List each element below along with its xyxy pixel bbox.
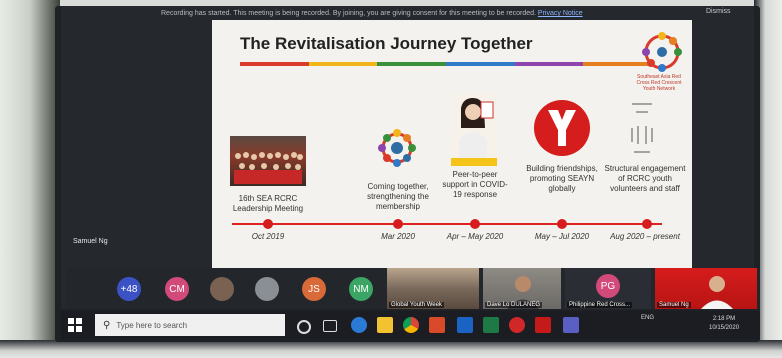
rule-segment (240, 62, 309, 66)
windows-start-icon[interactable] (67, 317, 83, 333)
video-tile-name: Dave Lo DULANEG (485, 302, 543, 308)
zoom-app-icon[interactable] (429, 317, 445, 333)
milestone-text: Coming together, strengthening the membe… (367, 182, 429, 211)
milestone-date: Mar 2020 (381, 232, 415, 241)
participant-gallery: +48 CM JS NM Global Youth Week Dave Lo D… (67, 268, 760, 309)
participant-avatar: PG (596, 274, 620, 298)
photo-caption-bar (451, 158, 497, 166)
background-desk (0, 340, 782, 358)
task-view-icon[interactable] (323, 320, 337, 332)
excel-icon[interactable] (483, 317, 499, 333)
rule-segment (377, 62, 447, 66)
video-tile[interactable]: Dave Lo DULANEG (483, 268, 561, 309)
recording-notice-text: Recording has started. This meeting is b… (161, 10, 536, 17)
rule-segment (308, 62, 378, 66)
cortana-icon[interactable] (297, 320, 311, 334)
rule-segment (446, 62, 515, 66)
structure-sketch-icon (631, 103, 653, 153)
clock-date: 10/15/2020 (709, 325, 740, 331)
meeting-window: Recording has started. This meeting is b… (61, 6, 760, 309)
milestone-date: Oct 2019 (251, 232, 285, 241)
timeline-dot (393, 219, 403, 229)
video-tile[interactable]: PG Philippine Red Cross... (565, 268, 651, 309)
leadership-meeting-photo (230, 136, 306, 186)
milestone-text: Building friendships, promoting SEAYN gl… (526, 164, 598, 193)
timeline-line (232, 223, 662, 225)
system-tray[interactable]: ENG (641, 315, 654, 321)
search-placeholder: Type here to search (116, 320, 188, 330)
taskbar-search-input[interactable]: ⚲ Type here to search (95, 314, 285, 336)
participant-avatar[interactable] (255, 277, 279, 301)
milestone-date: Aug 2020 – present (610, 232, 680, 241)
privacy-notice-link[interactable]: Privacy Notice (538, 10, 583, 17)
recording-notice: Recording has started. This meeting is b… (161, 9, 641, 18)
clock-time: 2:18 PM (712, 316, 736, 322)
timeline-dot (263, 219, 273, 229)
membership-circle-icon (378, 129, 416, 167)
background-wall-left (0, 0, 60, 358)
search-icon: ⚲ (103, 319, 111, 331)
video-tile[interactable]: Samuel Ng (655, 268, 757, 309)
participant-avatar[interactable]: JS (302, 277, 326, 301)
volunteer-photo (451, 94, 497, 158)
logo-caption: Southeast Asia Red Cross Red Crescent Yo… (636, 74, 682, 92)
slide-title: The Revitalisation Journey Together (240, 34, 533, 53)
timeline-dot (642, 219, 652, 229)
milestone-text: Peer-to-peer support in COVID-19 respons… (442, 170, 508, 199)
video-tile-name: Samuel Ng (657, 302, 691, 308)
shared-slide: The Revitalisation Journey Together Sout… (212, 20, 692, 268)
participant-avatar[interactable]: +48 (117, 277, 141, 301)
video-tile-name: Philippine Red Cross... (567, 302, 633, 308)
taskbar-clock[interactable]: 2:18 PM 10/15/2020 (709, 315, 739, 333)
record-app-icon[interactable] (509, 317, 525, 333)
active-speaker-label: Samuel Ng (73, 238, 108, 245)
milestone-date: May – Jul 2020 (534, 232, 590, 241)
acrobat-icon[interactable] (535, 317, 551, 333)
file-explorer-icon[interactable] (377, 317, 393, 333)
outlook-icon[interactable] (457, 317, 473, 333)
video-tile[interactable]: Global Youth Week (387, 268, 479, 309)
slide-color-rule (240, 62, 653, 66)
edge-icon[interactable] (351, 317, 367, 333)
rule-segment (514, 62, 584, 66)
timeline-dot (557, 219, 567, 229)
milestone-text: 16th SEA RCRC Leadership Meeting (232, 194, 304, 213)
video-tile-name: Global Youth Week (389, 302, 444, 308)
milestone-date: Apr – May 2020 (446, 232, 504, 241)
teams-icon[interactable] (563, 317, 579, 333)
participant-avatar[interactable]: CM (165, 277, 189, 301)
timeline-dot (470, 219, 480, 229)
participant-avatar[interactable] (210, 277, 234, 301)
participant-avatar[interactable]: NM (349, 277, 373, 301)
monitor-screen: Recording has started. This meeting is b… (55, 6, 760, 342)
chrome-icon[interactable] (403, 317, 419, 333)
dismiss-button[interactable]: Dismiss (706, 8, 731, 15)
windows-taskbar: ⚲ Type here to search ENG 2:18 PM 10/15/… (61, 311, 760, 339)
youth-y-logo-icon (534, 100, 590, 156)
milestone-text: Structural engagement of RCRC youth volu… (604, 164, 686, 193)
